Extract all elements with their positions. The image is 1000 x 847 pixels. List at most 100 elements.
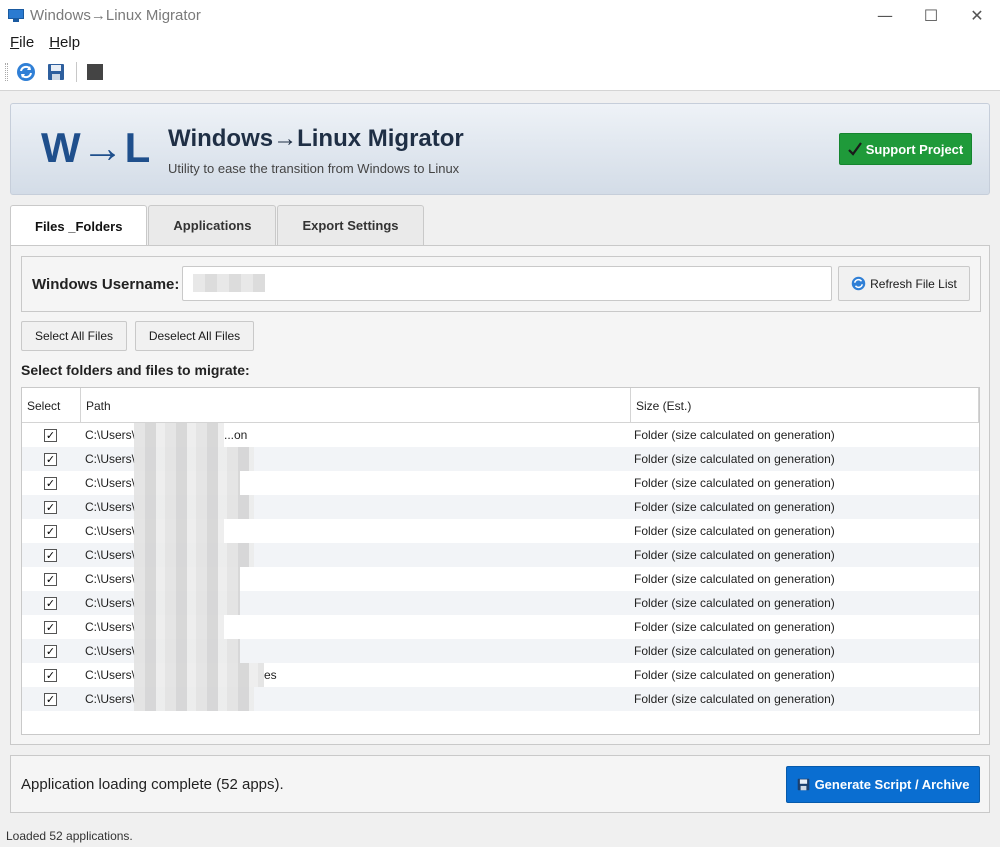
row-path: C:\Users\: [85, 596, 136, 610]
row-path-suffix: ...on: [224, 428, 248, 442]
tab-applications[interactable]: Applications: [148, 205, 277, 245]
row-checkbox[interactable]: ✓: [44, 429, 57, 442]
table-row[interactable]: ✓ C:\Users\ es Folder (size calculated on g…: [22, 663, 979, 687]
menu-help[interactable]: Help: [44, 34, 85, 51]
save-icon[interactable]: [44, 60, 68, 84]
row-checkbox[interactable]: ✓: [44, 669, 57, 682]
close-button[interactable]: ✕: [954, 0, 1000, 30]
refresh-file-list-button[interactable]: Refresh File List: [838, 266, 970, 301]
row-checkbox[interactable]: ✓: [44, 573, 57, 586]
row-checkbox[interactable]: ✓: [44, 501, 57, 514]
row-checkbox[interactable]: ✓: [44, 693, 57, 706]
row-size: Folder (size calculated on generation): [634, 452, 835, 466]
monitor-icon: [8, 8, 24, 22]
support-project-button[interactable]: Support Project: [839, 133, 972, 165]
table-row[interactable]: ✓ C:\Users\ Folder (size calculated on gen…: [22, 543, 979, 567]
tab-export-settings[interactable]: Export Settings: [277, 205, 424, 245]
row-checkbox[interactable]: ✓: [44, 477, 57, 490]
row-path: C:\Users\: [85, 500, 136, 514]
row-size: Folder (size calculated on generation): [634, 644, 835, 658]
column-header-select[interactable]: Select: [22, 388, 81, 423]
table-row[interactable]: ✓ C:\Users\ ...on Folder (size calculated o…: [22, 423, 979, 447]
username-label: Windows Username:: [32, 276, 180, 293]
select-all-files-button[interactable]: Select All Files: [21, 321, 127, 351]
row-path: C:\Users\: [85, 644, 136, 658]
generate-script-button[interactable]: Generate Script / Archive: [786, 766, 980, 803]
maximize-button[interactable]: ☐: [908, 0, 954, 30]
row-path: C:\Users\: [85, 548, 136, 562]
column-header-size[interactable]: Size (Est.): [631, 388, 979, 423]
table-row[interactable]: ✓ C:\Users\ Folder (size calculated on gen…: [22, 519, 979, 543]
row-path: C:\Users\: [85, 668, 136, 682]
redacted-path: [134, 567, 240, 591]
row-checkbox[interactable]: ✓: [44, 549, 57, 562]
redacted-path: [134, 519, 224, 543]
row-size: Folder (size calculated on generation): [634, 500, 835, 514]
toolbar-separator: [76, 62, 77, 82]
redacted-path: [134, 543, 254, 567]
row-path: C:\Users\: [85, 428, 136, 442]
tab-strip: Files _Folders Applications Export Setti…: [10, 205, 425, 246]
table-row[interactable]: ✓ C:\Users\ Folder (size calculated on gen…: [22, 687, 979, 711]
app-subtitle: Utility to ease the transition from Wind…: [168, 161, 460, 176]
row-size: Folder (size calculated on generation): [634, 428, 835, 442]
redacted-path: [134, 615, 224, 639]
row-path: C:\Users\: [85, 476, 136, 490]
row-checkbox[interactable]: ✓: [44, 597, 57, 610]
toolbar-grip[interactable]: [5, 63, 8, 81]
table-row[interactable]: ✓ C:\Users\ Folder (size calculated on gen…: [22, 495, 979, 519]
save-icon: [797, 778, 809, 791]
table-header: Select Path Size (Est.): [22, 388, 979, 423]
stop-icon[interactable]: [83, 60, 107, 84]
deselect-all-files-button[interactable]: Deselect All Files: [135, 321, 254, 351]
table-row[interactable]: ✓ C:\Users\ Folder (size calculated on gen…: [22, 471, 979, 495]
files-table[interactable]: Select Path Size (Est.) ✓ C:\Users\ ...on F…: [21, 387, 980, 735]
row-path: C:\Users\: [85, 692, 136, 706]
table-row[interactable]: ✓ C:\Users\ Folder (size calculated on gen…: [22, 567, 979, 591]
redacted-path: [134, 663, 264, 687]
redacted-path: [134, 495, 254, 519]
section-label: Select folders and files to migrate:: [21, 362, 250, 378]
menu-file[interactable]: File: [5, 34, 39, 51]
status-panel: Application loading complete (52 apps). …: [10, 755, 990, 813]
row-size: Folder (size calculated on generation): [634, 476, 835, 490]
table-row[interactable]: ✓ C:\Users\ Folder (size calculated on gen…: [22, 615, 979, 639]
tab-files-folders[interactable]: Files _Folders: [10, 205, 148, 246]
row-size: Folder (size calculated on generation): [634, 620, 835, 634]
redacted-path: [134, 423, 224, 447]
row-size: Folder (size calculated on generation): [634, 692, 835, 706]
status-bar: Loaded 52 applications.: [6, 829, 133, 843]
minimize-button[interactable]: —: [862, 0, 908, 30]
username-input[interactable]: [182, 266, 832, 301]
window-controls: — ☐ ✕: [862, 0, 1000, 30]
toolbar: [0, 54, 1000, 91]
row-checkbox[interactable]: ✓: [44, 525, 57, 538]
title-bar: Windows→Linux Migrator — ☐ ✕: [0, 0, 1000, 30]
header-banner: W→L Windows→Linux Migrator Utility to ea…: [10, 103, 990, 195]
redacted-username: [193, 274, 265, 292]
row-checkbox[interactable]: ✓: [44, 453, 57, 466]
row-size: Folder (size calculated on generation): [634, 668, 835, 682]
redacted-path: [134, 687, 254, 711]
row-checkbox[interactable]: ✓: [44, 645, 57, 658]
row-path: C:\Users\: [85, 620, 136, 634]
status-message: Application loading complete (52 apps).: [21, 776, 284, 793]
app-logo: W→L: [41, 124, 152, 171]
row-path: C:\Users\: [85, 572, 136, 586]
redacted-path: [134, 447, 254, 471]
column-header-path[interactable]: Path: [81, 388, 631, 423]
table-row[interactable]: ✓ C:\Users\ Folder (size calculated on gen…: [22, 639, 979, 663]
table-row[interactable]: ✓ C:\Users\ Folder (size calculated on gen…: [22, 447, 979, 471]
redacted-path: [134, 639, 240, 663]
table-body: ✓ C:\Users\ ...on Folder (size calculated o…: [22, 423, 979, 711]
checkmark-icon: [847, 142, 862, 156]
table-row[interactable]: ✓ C:\Users\ Folder (size calculated on gen…: [22, 591, 979, 615]
row-checkbox[interactable]: ✓: [44, 621, 57, 634]
row-size: Folder (size calculated on generation): [634, 596, 835, 610]
redacted-path: [134, 591, 240, 615]
row-path: C:\Users\: [85, 452, 136, 466]
row-path: C:\Users\: [85, 524, 136, 538]
refresh-icon[interactable]: [14, 60, 38, 84]
row-size: Folder (size calculated on generation): [634, 572, 835, 586]
username-group: Windows Username: Refresh File List: [21, 256, 981, 312]
